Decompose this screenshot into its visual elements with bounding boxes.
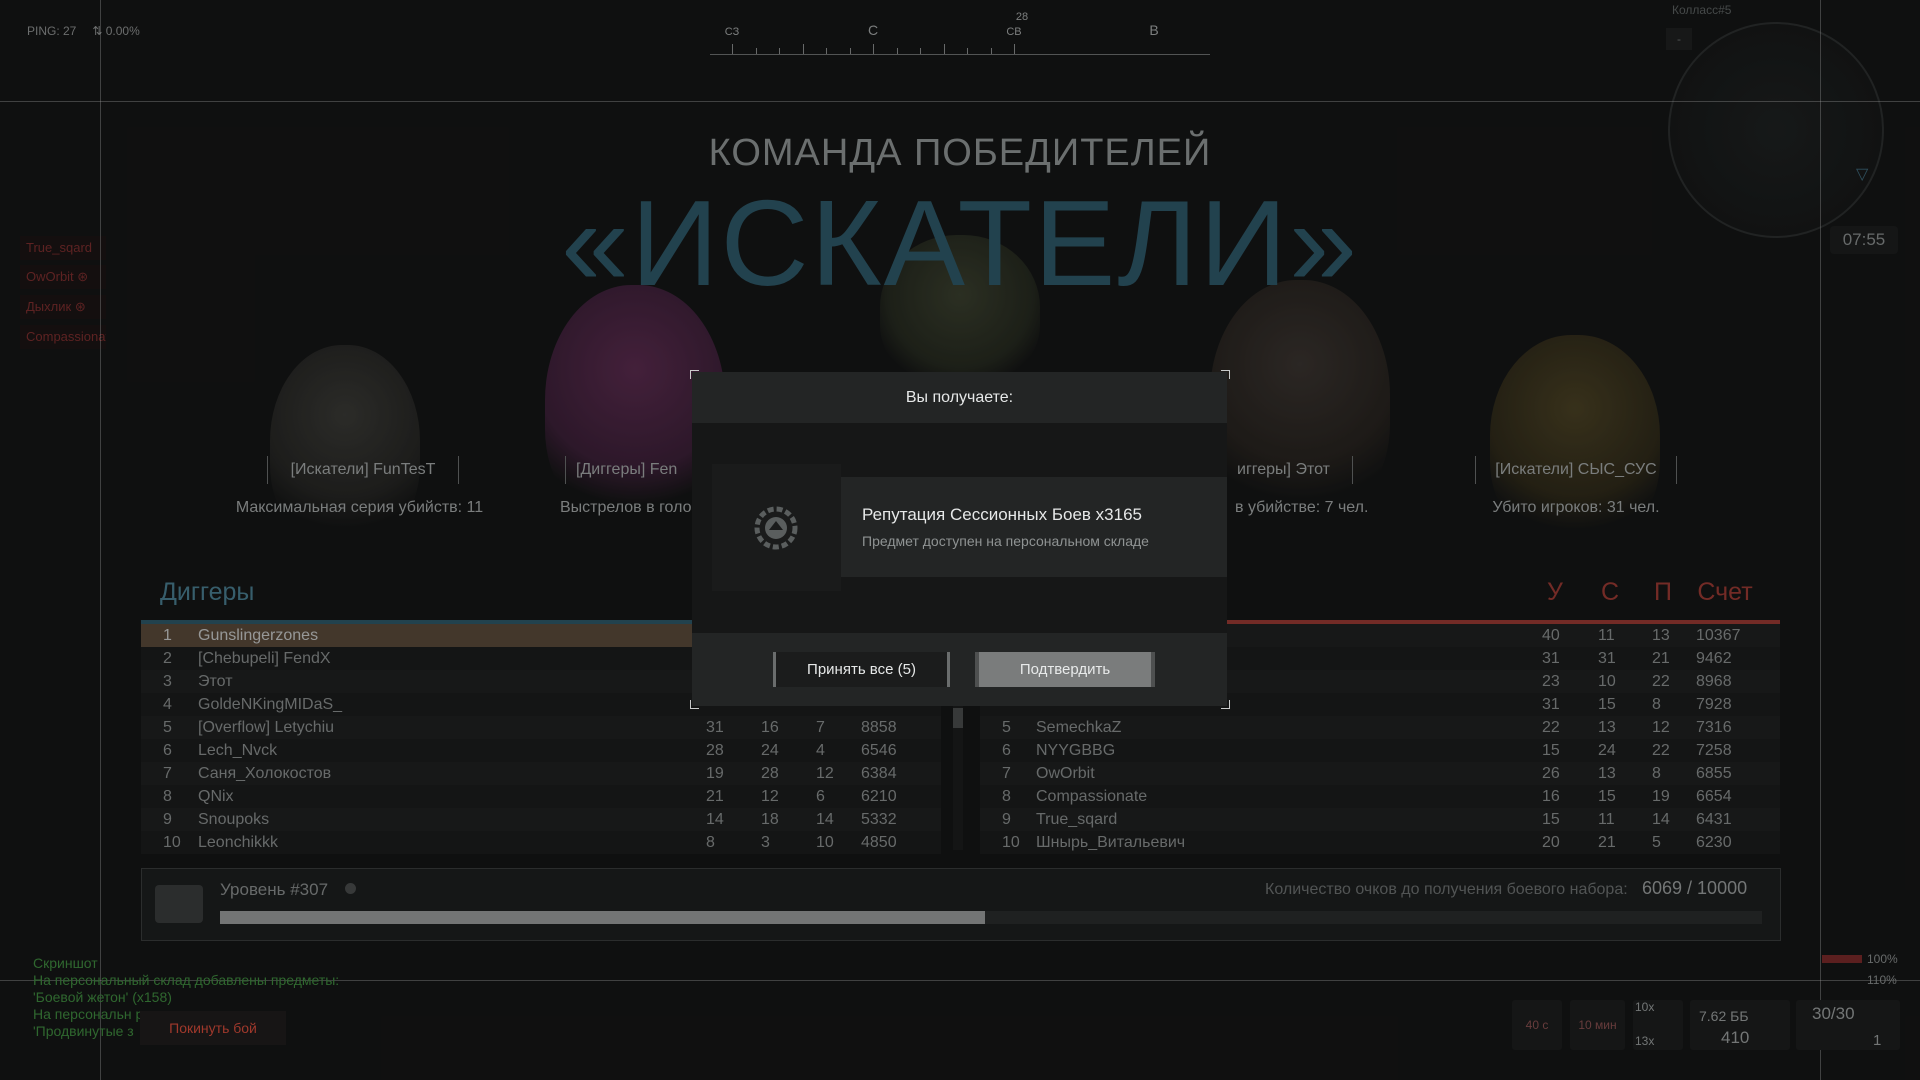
dialog-corner <box>690 700 699 709</box>
reward-item-description: Предмет доступен на персональном складе <box>862 533 1149 549</box>
confirm-button[interactable]: Подтвердить <box>975 652 1155 687</box>
reward-dialog-title: Вы получаете: <box>692 372 1227 423</box>
reputation-emblem-icon <box>712 464 841 591</box>
dialog-corner <box>1221 370 1230 379</box>
accept-all-button[interactable]: Принять все (5) <box>773 652 950 687</box>
dialog-corner <box>690 370 699 379</box>
reward-item-name: Репутация Сессионных Боев x3165 <box>862 505 1143 524</box>
dialog-corner <box>1221 700 1230 709</box>
